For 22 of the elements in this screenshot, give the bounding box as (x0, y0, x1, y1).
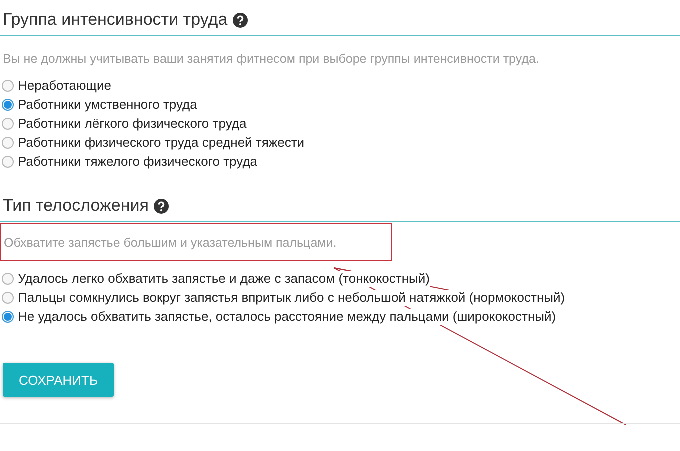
radio-button[interactable] (2, 273, 14, 285)
radio-button[interactable] (2, 137, 14, 149)
radio-button[interactable] (2, 292, 14, 304)
option-label[interactable]: Пальцы сомкнулись вокруг запястья впритык либо с небольшой натяжкой (нормокостный) (18, 290, 566, 306)
radio-button[interactable] (2, 118, 14, 130)
option-label[interactable]: Работники тяжелого физического труда (18, 154, 258, 170)
option-label[interactable]: Работники лёгкого физического труда (18, 116, 247, 132)
radio-button[interactable] (2, 311, 14, 323)
option-label[interactable]: Удалось легко обхватить запястье и даже с запасом (тонкокостный) (18, 271, 430, 287)
hint-text: Вы не должны учитывать ваши занятия фитнесом при выборе группы интенсивности труда. (2, 52, 540, 66)
option-label[interactable]: Не удалось обхватить запястье, осталось расстояние между пальцами (ширококостный) (18, 309, 556, 325)
hint-text: Обхватите запястье большим и указательным пальцами. (3, 236, 338, 250)
option-label[interactable]: Работники физического труда средней тяжести (18, 135, 305, 151)
help-icon[interactable] (154, 198, 169, 214)
section-title: Тип телосложения (3, 196, 149, 216)
help-icon[interactable] (232, 12, 248, 28)
radio-button[interactable] (2, 80, 14, 92)
option-label[interactable]: Неработающие (18, 78, 112, 94)
section-title: Группа интенсивности труда (3, 10, 228, 30)
option-label[interactable]: Работники умственного труда (18, 97, 198, 113)
radio-button[interactable] (2, 156, 14, 168)
radio-button[interactable] (2, 99, 14, 111)
